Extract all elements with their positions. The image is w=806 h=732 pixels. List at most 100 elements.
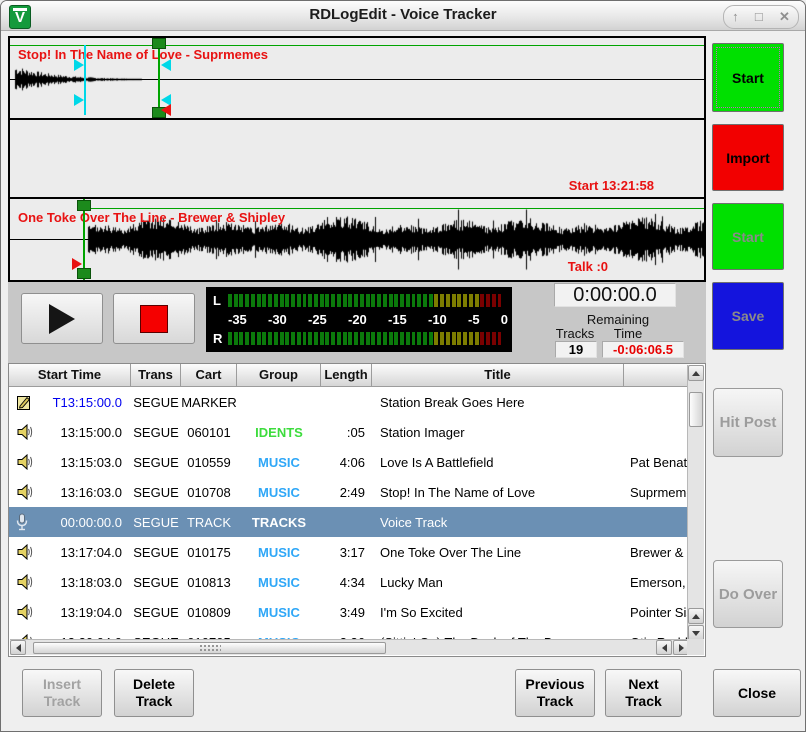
cell-trans: SEGUE: [131, 455, 181, 470]
end-marker-icon[interactable]: [161, 104, 171, 116]
close-icon[interactable]: ✕: [779, 7, 790, 27]
arrow-right-icon: [679, 644, 684, 652]
vertical-scroll-thumb[interactable]: [689, 392, 703, 427]
cell-title: One Toke Over The Line: [372, 545, 624, 560]
segue-start-handle[interactable]: [152, 38, 166, 49]
table-row[interactable]: 00:00:00.0SEGUETRACKTRACKSVoice Track: [9, 507, 688, 537]
cell-title: Voice Track: [372, 515, 624, 530]
speaker-icon: [9, 484, 43, 501]
scroll-up-button[interactable]: [688, 365, 704, 381]
table-row[interactable]: 13:17:04.0SEGUE010175MUSIC3:17One Toke O…: [9, 537, 688, 567]
insert-track-button[interactable]: Insert Track: [22, 669, 102, 717]
arrow-up-icon: [692, 371, 700, 376]
window-controls: ↑ □ ✕: [723, 5, 799, 29]
track-start-handle[interactable]: [77, 200, 91, 211]
table-row[interactable]: 13:15:00.0SEGUE060101IDENTS:05Station Im…: [9, 417, 688, 447]
play-button[interactable]: [21, 293, 103, 344]
cell-title: Lucky Man: [372, 575, 624, 590]
meter-right-label: R: [213, 331, 222, 346]
cell-trans: SEGUE: [131, 575, 181, 590]
speaker-icon: [9, 454, 43, 471]
table-row[interactable]: 13:19:04.0SEGUE010809MUSIC3:49I'm So Exc…: [9, 597, 688, 627]
cell-trans: SEGUE: [131, 605, 181, 620]
column-header-length[interactable]: Length: [321, 364, 372, 387]
table-row[interactable]: 13:18:03.0SEGUE010813MUSIC4:34Lucky ManE…: [9, 567, 688, 597]
voice-start-time-label: Start 13:21:58: [569, 178, 654, 193]
save-button[interactable]: Save: [712, 282, 784, 350]
horizontal-scroll-thumb[interactable]: [33, 642, 386, 654]
cell-title: Stop! In The Name of Love: [372, 485, 624, 500]
tracks-remaining-value: 19: [555, 341, 597, 358]
cell-cart: MARKER: [181, 395, 237, 410]
do-over-button[interactable]: Do Over: [713, 560, 783, 628]
stop-button[interactable]: [113, 293, 195, 344]
meter-right-bar: [228, 332, 503, 345]
table-row[interactable]: T13:15:00.0SEGUEMARKER Station Break Goes…: [9, 387, 688, 417]
speaker-icon: [9, 424, 43, 441]
cell-cart: 010559: [181, 455, 237, 470]
cell-start-time: T13:15:00.0: [43, 395, 131, 410]
start-next-button[interactable]: Start: [712, 203, 784, 270]
next-track-button[interactable]: Next Track: [605, 669, 682, 717]
segue-rail-line: [84, 208, 704, 209]
cell-start-time: 13:19:04.0: [43, 605, 131, 620]
transport-strip: L R -35-30-25-20-15-10-50 0:00:00.0 Rema…: [8, 282, 706, 363]
cell-trans: SEGUE: [131, 395, 181, 410]
arrow-left-icon: [16, 644, 21, 652]
maximize-icon[interactable]: □: [755, 7, 763, 27]
column-header-start-time[interactable]: Start Time: [9, 364, 131, 387]
delete-track-button[interactable]: Delete Track: [114, 669, 194, 717]
cell-length: 2:49: [321, 485, 372, 500]
column-header-group[interactable]: Group: [237, 364, 321, 387]
cell-cart: 010175: [181, 545, 237, 560]
cell-group: MUSIC: [237, 575, 321, 590]
scroll-up-button[interactable]: [688, 608, 704, 624]
fade-marker-handle-icon[interactable]: [74, 59, 84, 71]
cell-length: :05: [321, 425, 372, 440]
cell-group: TRACKS: [237, 515, 321, 530]
close-button[interactable]: Close: [713, 669, 801, 717]
column-header-title[interactable]: Title: [372, 364, 624, 387]
cell-title: Station Break Goes Here: [372, 395, 624, 410]
microphone-icon: [9, 513, 43, 531]
column-header-cart[interactable]: Cart: [181, 364, 237, 387]
cell-start-time: 13:15:03.0: [43, 455, 131, 470]
elapsed-time-display: 0:00:00.0: [554, 283, 676, 307]
start-record-button[interactable]: Start: [712, 43, 784, 112]
fade-marker-line[interactable]: [84, 45, 86, 115]
next-track-pane[interactable]: One Toke Over The Line - Brewer & Shiple…: [10, 199, 704, 280]
voice-track-pane[interactable]: Start 13:21:58: [10, 120, 704, 199]
column-header-blank[interactable]: [624, 364, 688, 387]
cell-trans: SEGUE: [131, 485, 181, 500]
shade-icon[interactable]: ↑: [732, 7, 739, 27]
scroll-left-button[interactable]: [10, 640, 26, 655]
talk-marker-icon[interactable]: [72, 258, 82, 270]
cell-cart: TRACK: [181, 515, 237, 530]
table-row[interactable]: 13:15:03.0SEGUE010559MUSIC4:06Love Is A …: [9, 447, 688, 477]
rdlogedit-voice-tracker-window: V RDLogEdit - Voice Tracker ↑ □ ✕ Stop! …: [0, 0, 806, 732]
scroll-left-button[interactable]: [656, 640, 672, 655]
hit-post-button[interactable]: Hit Post: [713, 388, 783, 457]
title-bar[interactable]: V RDLogEdit - Voice Tracker ↑ □ ✕: [1, 1, 805, 31]
import-button[interactable]: Import: [712, 124, 784, 191]
previous-track-pane[interactable]: Stop! In The Name of Love - Suprmemes: [10, 38, 704, 120]
horizontal-scrollbar[interactable]: [10, 639, 689, 655]
previous-track-button[interactable]: Previous Track: [515, 669, 595, 717]
arrow-up-icon: [692, 614, 700, 619]
log-event-table: Start Time Trans Cart Group Length Title…: [8, 363, 706, 657]
cell-start-time: 13:15:00.0: [43, 425, 131, 440]
vertical-scrollbar[interactable]: [687, 365, 704, 641]
fade-marker-handle-icon[interactable]: [74, 94, 84, 106]
cell-title: Love Is A Battlefield: [372, 455, 624, 470]
column-header-trans[interactable]: Trans: [131, 364, 181, 387]
fade-marker-handle-icon[interactable]: [161, 59, 171, 71]
table-row[interactable]: 13:16:03.0SEGUE010708MUSIC2:49Stop! In T…: [9, 477, 688, 507]
meter-left-label: L: [213, 293, 221, 308]
talk-time-label: Talk :0: [568, 259, 608, 274]
cell-length: 3:17: [321, 545, 372, 560]
speaker-icon: [9, 604, 43, 621]
window-title: RDLogEdit - Voice Tracker: [1, 6, 805, 23]
waveform-centerline: [10, 239, 704, 240]
cell-length: 3:49: [321, 605, 372, 620]
segue-start-line[interactable]: [158, 38, 160, 118]
